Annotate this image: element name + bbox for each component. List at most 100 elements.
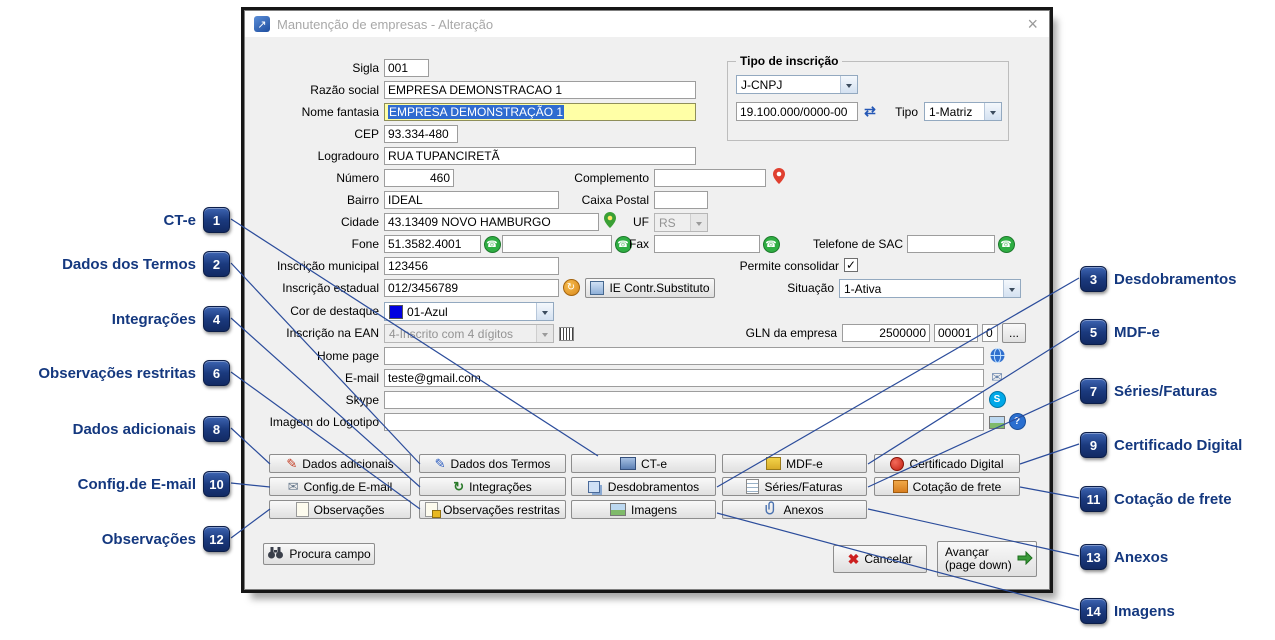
razao-social-input[interactable]: EMPRESA DEMONSTRACAO 1 <box>384 81 696 99</box>
cidade-input[interactable]: 43.13409 NOVO HAMBURGO <box>384 213 599 231</box>
inscricao-estadual-input[interactable]: 012/3456789 <box>384 279 559 297</box>
gln-input-2[interactable]: 00001 <box>934 324 978 342</box>
cor-destaque-select[interactable]: 01-Azul <box>384 302 554 321</box>
green-arrow-icon <box>1017 551 1033 568</box>
note-icon <box>296 502 309 517</box>
city-pin-icon[interactable] <box>602 212 618 228</box>
annotation-badge-9: 9 <box>1080 432 1107 458</box>
cotacao-frete-button[interactable]: Cotação de frete <box>874 477 1020 496</box>
skype-icon[interactable]: S <box>989 391 1005 407</box>
email-input[interactable]: teste@gmail.com <box>384 369 984 387</box>
globe-icon[interactable] <box>989 347 1005 363</box>
complemento-label: Complemento <box>545 171 649 185</box>
fax-input[interactable] <box>654 235 760 253</box>
phone-icon[interactable]: ☎ <box>998 236 1014 252</box>
certificado-digital-button[interactable]: Certificado Digital <box>874 454 1020 473</box>
sync-icon[interactable]: ↻ <box>563 279 579 295</box>
annotation-mdf-e: 5MDF-e <box>1080 319 1160 345</box>
cnpj-input[interactable]: 19.100.000/0000-00 <box>736 102 858 121</box>
annotation-badge-13: 13 <box>1080 544 1107 570</box>
envelope-icon[interactable]: ✉ <box>989 369 1005 385</box>
image-icon <box>610 503 626 516</box>
cidade-label: Cidade <box>245 215 379 229</box>
close-icon[interactable]: × <box>1027 14 1038 34</box>
observacoes-button[interactable]: Observações <box>269 500 411 519</box>
annotation-series-faturas: 7Séries/Faturas <box>1080 378 1217 404</box>
inscricao-ean-select: 4-Inscrito com 4 dígitos <box>384 324 554 343</box>
app-icon: ↗ <box>254 16 270 32</box>
binoculars-icon <box>267 546 284 562</box>
certificate-icon <box>890 457 904 471</box>
annotation-observacoes-restritas: Observações restritas6 <box>38 360 230 386</box>
map-pin-icon[interactable] <box>771 168 787 184</box>
annotation-badge-11: 11 <box>1080 486 1107 512</box>
situacao-select[interactable]: 1-Ativa <box>839 279 1021 298</box>
numero-input[interactable]: 460 <box>384 169 454 187</box>
integracoes-button[interactable]: ↻Integrações <box>419 477 566 496</box>
skype-input[interactable] <box>384 391 984 409</box>
annotation-badge-3: 3 <box>1080 266 1107 292</box>
phone-icon[interactable]: ☎ <box>484 236 500 252</box>
annotation-badge-10: 10 <box>203 471 230 497</box>
annotation-observacoes: Observações12 <box>102 526 230 552</box>
uf-select: RS <box>654 213 708 232</box>
home-page-label: Home page <box>245 349 379 363</box>
observacoes-restritas-button[interactable]: Observações restritas <box>419 500 566 519</box>
desdobramentos-button[interactable]: Desdobramentos <box>571 477 716 496</box>
procura-campo-button[interactable]: Procura campo <box>263 543 375 565</box>
bairro-input[interactable]: IDEAL <box>384 191 559 209</box>
email-label: E-mail <box>245 371 379 385</box>
chevron-down-icon <box>536 303 553 320</box>
ie-doc-icon <box>590 281 604 295</box>
refresh-icon: ↻ <box>453 480 464 493</box>
help-icon[interactable]: ? <box>1009 413 1025 429</box>
gln-input-1[interactable]: 2500000 <box>842 324 930 342</box>
dados-dos-termos-button[interactable]: ✎Dados dos Termos <box>419 454 566 473</box>
ie-contr-substituto-button[interactable]: IE Contr.Substituto <box>585 278 715 298</box>
barcode-icon[interactable] <box>558 326 574 342</box>
ct-e-button[interactable]: CT-e <box>571 454 716 473</box>
home-page-input[interactable] <box>384 347 984 365</box>
dados-adicionais-button[interactable]: ✎Dados adicionais <box>269 454 411 473</box>
annotation-badge-2: 2 <box>203 251 230 277</box>
series-faturas-button[interactable]: Séries/Faturas <box>722 477 867 496</box>
anexos-button[interactable]: Anexos <box>722 500 867 519</box>
mdf-e-button[interactable]: MDF-e <box>722 454 867 473</box>
cor-destaque-label: Cor de destaque <box>245 304 379 318</box>
telefone-sac-input[interactable] <box>907 235 995 253</box>
logotipo-input[interactable] <box>384 413 984 431</box>
permite-consolidar-checkbox[interactable]: ✓ <box>844 258 858 272</box>
fone2-input[interactable] <box>502 235 612 253</box>
tipo-select[interactable]: 1-Matriz <box>924 102 1002 121</box>
pencil-icon: ✎ <box>286 457 297 470</box>
inscricao-municipal-input[interactable]: 123456 <box>384 257 559 275</box>
avancar-sublabel: (page down) <box>945 559 1012 572</box>
tipo-inscricao-title: Tipo de inscrição <box>736 54 842 68</box>
cep-input[interactable]: 93.334-480 <box>384 125 458 143</box>
telefone-sac-label: Telefone de SAC <box>785 237 903 251</box>
tipo-documento-select[interactable]: J-CNPJ <box>736 75 858 94</box>
annotation-cotacao-frete: 11Cotação de frete <box>1080 486 1232 512</box>
annotation-dados-adicionais: Dados adicionais8 <box>73 416 230 442</box>
caixa-postal-input[interactable] <box>654 191 708 209</box>
numero-label: Número <box>245 171 379 185</box>
annotation-badge-4: 4 <box>203 306 230 332</box>
phone-icon[interactable]: ☎ <box>763 236 779 252</box>
fone-input[interactable]: 51.3582.4001 <box>384 235 481 253</box>
imagens-button[interactable]: Imagens <box>571 500 716 519</box>
nome-fantasia-input[interactable]: EMPRESA DEMONSTRAÇÃO 1 <box>384 103 696 121</box>
image-icon[interactable] <box>989 414 1005 430</box>
config-email-button[interactable]: ✉Config.de E-mail <box>269 477 411 496</box>
complemento-input[interactable] <box>654 169 766 187</box>
chevron-down-icon <box>1003 280 1020 297</box>
gln-browse-button[interactable]: ... <box>1002 323 1026 343</box>
cancelar-button[interactable]: ✖ Cancelar <box>833 545 927 573</box>
gln-input-3[interactable]: 0 <box>982 324 998 342</box>
logradouro-input[interactable]: RUA TUPANCIRETÃ <box>384 147 696 165</box>
sigla-input[interactable]: 001 <box>384 59 429 77</box>
tipo-inscricao-group: Tipo de inscrição J-CNPJ 19.100.000/0000… <box>727 61 1009 141</box>
swap-icon[interactable]: ⇄ <box>862 103 878 119</box>
ct-e-icon <box>620 457 636 470</box>
annotation-badge-1: 1 <box>203 207 230 233</box>
avancar-button[interactable]: Avançar (page down) <box>937 541 1037 577</box>
